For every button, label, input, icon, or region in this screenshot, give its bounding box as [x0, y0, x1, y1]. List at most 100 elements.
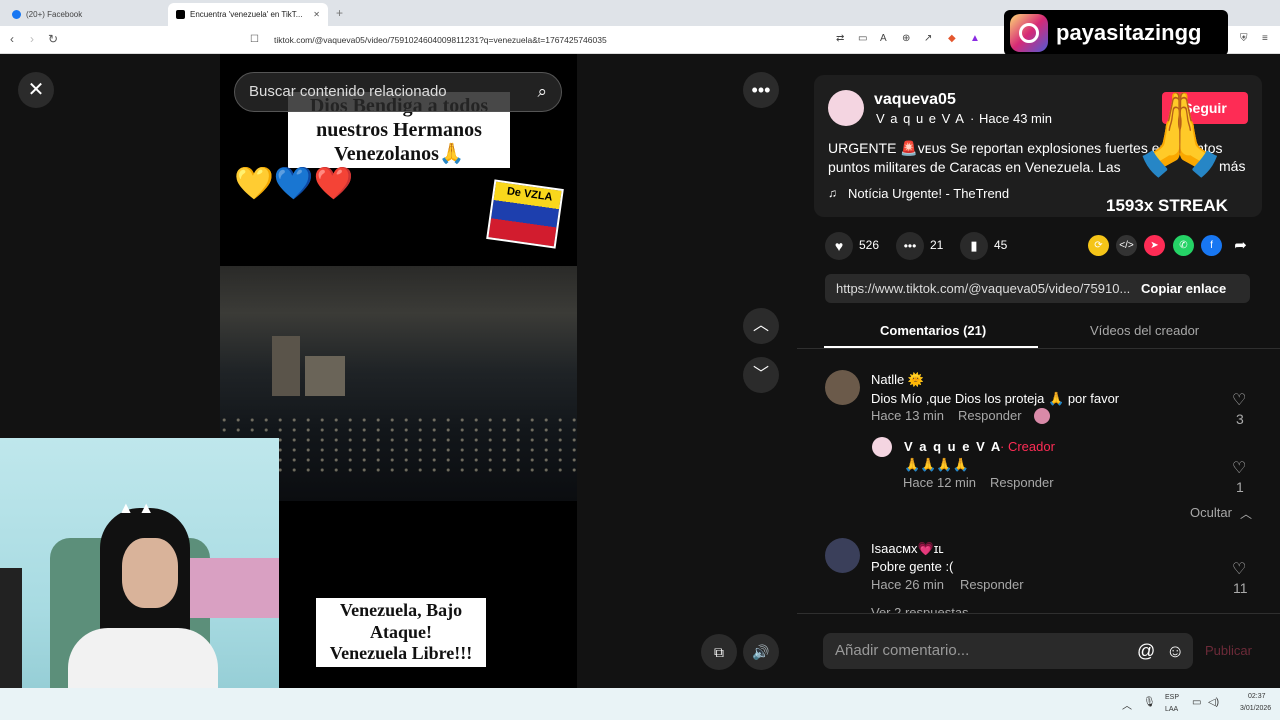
- language-label[interactable]: ESP: [1165, 694, 1179, 701]
- search-input[interactable]: Buscar contenido relacionado ⌕: [234, 72, 562, 112]
- more-options-icon[interactable]: •••: [743, 72, 779, 108]
- like-comment-icon[interactable]: ♡: [1232, 390, 1246, 410]
- search-placeholder: Buscar contenido relacionado: [249, 83, 447, 100]
- chevron-up-icon[interactable]: ︿: [1122, 697, 1132, 712]
- caption-bottom: Venezuela, Bajo Ataque! Venezuela Libre!…: [316, 598, 486, 667]
- reply-button[interactable]: Responder: [990, 475, 1054, 490]
- author-display-name: V a q u e V A: [876, 111, 965, 126]
- volume-tray-icon[interactable]: ◁): [1208, 697, 1219, 708]
- hearts-sticker: 💛💙❤️: [234, 165, 354, 201]
- reader-icon[interactable]: ▭: [858, 33, 867, 44]
- post-comment-button[interactable]: Publicar: [1205, 643, 1252, 658]
- caption-line: Venezolanos🙏: [334, 143, 464, 165]
- send-icon[interactable]: ➤: [1144, 235, 1165, 256]
- lang-icon[interactable]: A: [880, 33, 887, 44]
- building: [272, 336, 300, 396]
- cat-ears: ▲ ▲: [118, 500, 155, 517]
- reload-icon[interactable]: ↻: [48, 32, 58, 46]
- caption-line: Ataque!: [370, 621, 432, 642]
- tab-facebook[interactable]: (20+) Facebook: [4, 3, 164, 26]
- previous-video-button[interactable]: ︿: [743, 308, 779, 344]
- shield-icon[interactable]: ⛨: [1240, 33, 1248, 44]
- comment-time: Hace 13 min: [871, 408, 944, 423]
- see-replies-button[interactable]: Ver 2 respuestas: [871, 605, 969, 613]
- bookmark-icon[interactable]: ☐: [250, 34, 259, 45]
- flag-sticker: De VZLA: [486, 179, 564, 249]
- comment-input[interactable]: Añadir comentario... @ ☺: [823, 633, 1193, 669]
- next-video-button[interactable]: ﹀: [743, 357, 779, 393]
- search-icon[interactable]: ⌕: [537, 73, 547, 111]
- hide-replies-button[interactable]: Ocultar: [1190, 505, 1232, 520]
- tab-tiktok[interactable]: Encuentra 'venezuela' en TikT... ✕: [168, 3, 328, 26]
- building: [305, 356, 345, 396]
- copy-link-button[interactable]: Copiar enlace: [1141, 281, 1226, 296]
- instagram-icon: [1010, 14, 1048, 52]
- streak-counter: 1593x STREAK: [1106, 196, 1228, 215]
- comment-count: 21: [930, 238, 944, 252]
- commenter-name[interactable]: Isaacᴍx💗ɪʟ: [871, 541, 944, 557]
- mention-icon[interactable]: @: [1137, 633, 1155, 669]
- keyboard-layout-label[interactable]: LAA: [1165, 706, 1178, 713]
- commenter-name[interactable]: V a q u e V A: [904, 439, 1002, 454]
- clock-time[interactable]: 02:37: [1248, 693, 1266, 700]
- brave-shield-icon[interactable]: ◆: [948, 33, 956, 44]
- floating-player-icon[interactable]: ⧉: [701, 634, 737, 670]
- author-username[interactable]: vaqueva05: [874, 91, 956, 109]
- translate-icon[interactable]: ⇄: [836, 33, 844, 44]
- post-time: Hace 43 min: [979, 111, 1052, 126]
- author-avatar[interactable]: [828, 90, 864, 126]
- avatar[interactable]: [872, 437, 892, 457]
- music-title[interactable]: Notícia Urgente! - TheTrend: [848, 186, 1009, 201]
- pillow: [180, 558, 279, 618]
- back-icon[interactable]: ‹: [10, 32, 14, 46]
- link-row: https://www.tiktok.com/@vaqueva05/video/…: [825, 274, 1250, 303]
- share-icon[interactable]: ↗: [924, 33, 932, 44]
- avatar[interactable]: [825, 370, 860, 405]
- tab-label: (20+) Facebook: [26, 10, 83, 19]
- webcam-overlay: ▲ ▲: [0, 438, 279, 720]
- embed-icon[interactable]: </>: [1116, 235, 1137, 256]
- face: [122, 538, 178, 608]
- creator-badge: Creador: [1007, 439, 1055, 454]
- zoom-icon[interactable]: ⊕: [902, 33, 910, 44]
- new-tab-icon[interactable]: +: [336, 6, 343, 20]
- emoji-icon[interactable]: ☺: [1166, 633, 1184, 669]
- close-tab-icon[interactable]: ✕: [313, 10, 320, 19]
- comment-text: 🙏🙏🙏🙏: [904, 457, 969, 472]
- comment-like-count: 11: [1233, 580, 1248, 596]
- caption-line: nuestros Hermanos: [316, 119, 482, 141]
- save-count: 45: [994, 238, 1008, 252]
- bookmark-icon[interactable]: ▮: [960, 232, 988, 260]
- menu-icon[interactable]: ≡: [1262, 33, 1268, 44]
- comment-icon[interactable]: •••: [896, 232, 924, 260]
- microphone: [0, 568, 22, 708]
- clock-date[interactable]: 3/01/2026: [1240, 705, 1271, 712]
- volume-icon[interactable]: 🔊: [743, 634, 779, 670]
- reply-button[interactable]: Responder: [960, 577, 1024, 592]
- divider: [797, 348, 1280, 349]
- music-icon: ♫: [828, 186, 837, 200]
- like-count: 526: [859, 238, 880, 252]
- rewards-icon[interactable]: ▲: [970, 33, 980, 44]
- more-share-icon[interactable]: ➦: [1230, 235, 1251, 256]
- facebook-share-icon[interactable]: f: [1201, 235, 1222, 256]
- commenter-name[interactable]: Natlle 🌞: [871, 372, 924, 388]
- repost-icon[interactable]: ⟳: [1088, 235, 1109, 256]
- display-icon[interactable]: ▭: [1192, 697, 1201, 708]
- forward-icon[interactable]: ›: [30, 32, 34, 46]
- reply-button[interactable]: Responder: [958, 408, 1022, 423]
- tab-comments[interactable]: Comentarios (21): [880, 323, 986, 338]
- pray-hands-overlay-icon: 🙏: [1130, 89, 1230, 178]
- comment-time: Hace 12 min: [903, 475, 976, 490]
- tab-creator-videos[interactable]: Vídeos del creador: [1090, 323, 1199, 338]
- streamer-overlay: payasitazingg: [1004, 10, 1228, 56]
- like-comment-icon[interactable]: ♡: [1232, 559, 1246, 579]
- comment-like-count: 1: [1236, 479, 1244, 495]
- avatar[interactable]: [825, 538, 860, 573]
- like-comment-icon[interactable]: ♡: [1232, 458, 1246, 478]
- mic-icon[interactable]: 🎙: [1143, 697, 1156, 708]
- like-icon[interactable]: ♥: [825, 232, 853, 260]
- whatsapp-icon[interactable]: ✆: [1173, 235, 1194, 256]
- tiktok-icon: [176, 10, 185, 19]
- close-button[interactable]: ✕: [18, 72, 54, 108]
